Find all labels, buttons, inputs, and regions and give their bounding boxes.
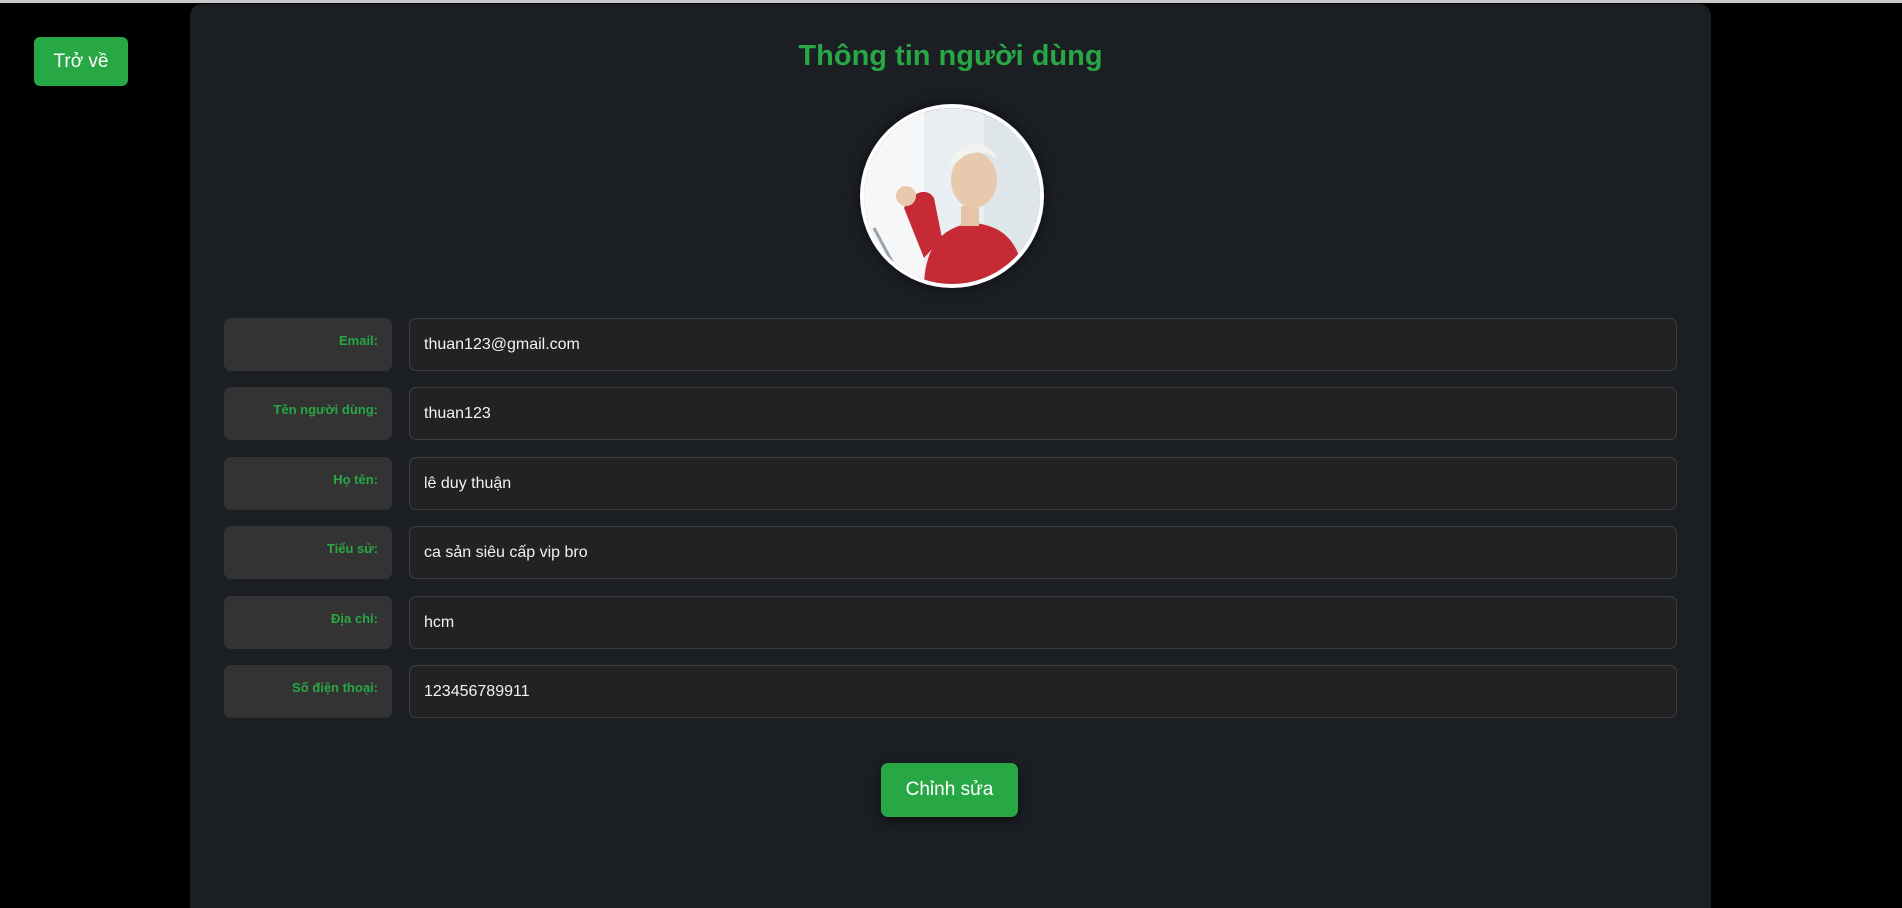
fullname-field[interactable]: lê duy thuận — [409, 457, 1677, 510]
field-row-address: Địa chỉ: hcm — [224, 596, 1677, 649]
top-border — [0, 0, 1902, 3]
back-button[interactable]: Trở về — [34, 37, 128, 86]
avatar — [860, 104, 1044, 288]
profile-panel: Thông tin người dùng Email: thuan123@gma… — [190, 4, 1711, 908]
address-label: Địa chỉ: — [224, 596, 392, 649]
email-label: Email: — [224, 318, 392, 371]
bio-field[interactable]: ca sản siêu cấp vip bro — [409, 526, 1677, 579]
fullname-label: Họ tên: — [224, 457, 392, 510]
edit-button[interactable]: Chỉnh sửa — [881, 763, 1018, 817]
field-row-email: Email: thuan123@gmail.com — [224, 318, 1677, 371]
field-row-username: Tên người dùng: thuan123 — [224, 387, 1677, 440]
bio-label: Tiểu sử: — [224, 526, 392, 579]
username-label: Tên người dùng: — [224, 387, 392, 440]
page-title: Thông tin người dùng — [798, 40, 1103, 72]
field-row-phone: Số điện thoại: 123456789911 — [224, 665, 1677, 718]
field-row-bio: Tiểu sử: ca sản siêu cấp vip bro — [224, 526, 1677, 579]
phone-label: Số điện thoại: — [224, 665, 392, 718]
email-field[interactable]: thuan123@gmail.com — [409, 318, 1677, 371]
phone-field[interactable]: 123456789911 — [409, 665, 1677, 718]
address-field[interactable]: hcm — [409, 596, 1677, 649]
username-field[interactable]: thuan123 — [409, 387, 1677, 440]
avatar-photo — [864, 108, 1040, 284]
field-row-fullname: Họ tên: lê duy thuận — [224, 457, 1677, 510]
